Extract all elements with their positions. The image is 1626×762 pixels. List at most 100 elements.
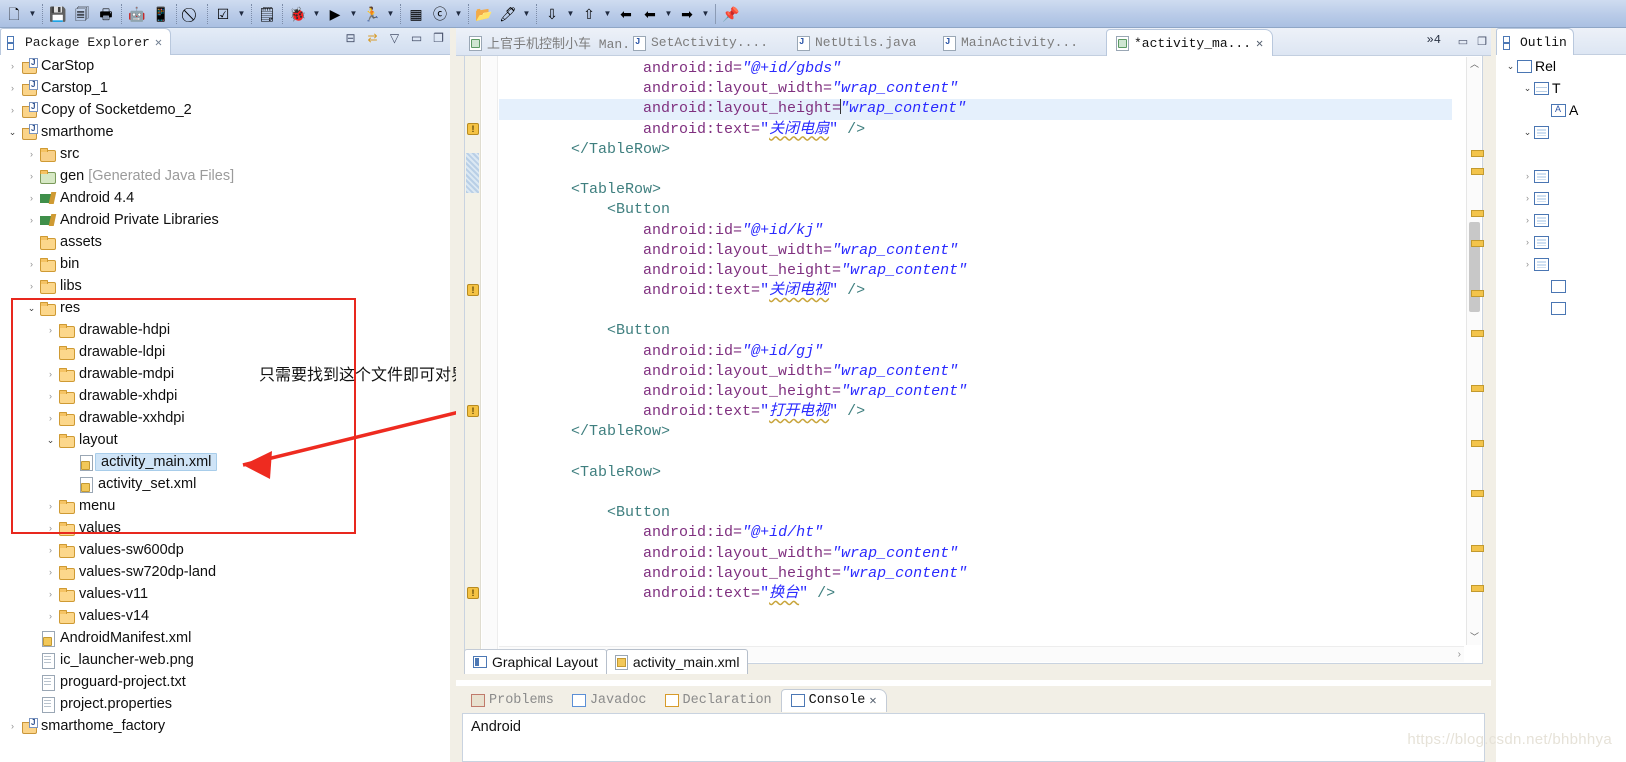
- chevron-right-icon[interactable]: ›: [6, 105, 19, 115]
- code-line[interactable]: android:text="换台" />: [499, 584, 1452, 604]
- scroll-right-icon[interactable]: ›: [1458, 649, 1461, 660]
- new-java-class-icon[interactable]: ⓒ: [429, 3, 451, 25]
- chevron-down-icon[interactable]: ▼: [662, 3, 675, 25]
- code-line[interactable]: <Button: [499, 200, 1452, 220]
- warning-marker-icon[interactable]: !: [467, 284, 479, 297]
- tree-item-android-private-libraries[interactable]: › Android Private Libraries: [0, 209, 450, 231]
- chevron-down-icon[interactable]: ⌄: [44, 435, 57, 446]
- project-tree[interactable]: › CarStop › Carstop_1 › Copy of Socketdemo_2 ⌄…: [0, 55, 450, 762]
- tree-item-values-sw600dp[interactable]: › values-sw600dp: [0, 539, 450, 561]
- chevron-down-icon[interactable]: ▼: [235, 3, 248, 25]
- close-icon[interactable]: ✕: [155, 35, 162, 50]
- chevron-down-icon[interactable]: ▼: [452, 3, 465, 25]
- console-tab-declaration[interactable]: Declaration: [656, 691, 781, 710]
- outline-row-2[interactable]: A: [1496, 99, 1626, 121]
- code-line[interactable]: [499, 483, 1452, 503]
- outline-warning-marker[interactable]: [1471, 168, 1484, 175]
- tree-item-layout[interactable]: ⌄ layout: [0, 429, 450, 451]
- build-check-icon[interactable]: ☑: [212, 3, 234, 25]
- code-line[interactable]: [499, 301, 1452, 321]
- chevron-down-icon[interactable]: ▼: [347, 3, 360, 25]
- outline-warning-marker[interactable]: [1471, 385, 1484, 392]
- android-virtual-device-manager-icon[interactable]: 📱: [150, 3, 172, 25]
- folding-ruler[interactable]: [482, 56, 498, 663]
- code-line[interactable]: android:layout_height="wrap_content": [499, 382, 1452, 402]
- save-all-icon[interactable]: 🗐: [71, 3, 93, 25]
- tree-item-proguard-project.txt[interactable]: proguard-project.txt: [0, 671, 450, 693]
- code-line[interactable]: </TableRow>: [499, 140, 1452, 160]
- tree-item-smarthome_factory[interactable]: › smarthome_factory: [0, 715, 450, 737]
- tree-item-drawable-xhdpi[interactable]: › drawable-xhdpi: [0, 385, 450, 407]
- minimize-icon[interactable]: ▭: [1458, 35, 1468, 48]
- previous-annotation-icon[interactable]: ⇩: [541, 3, 563, 25]
- link-with-editor-icon[interactable]: ⇄: [365, 30, 380, 45]
- chevron-right-icon[interactable]: ›: [44, 545, 57, 555]
- outline-row-4[interactable]: [1496, 143, 1626, 165]
- code-line[interactable]: <Button: [499, 321, 1452, 341]
- code-line[interactable]: [499, 443, 1452, 463]
- code-line[interactable]: android:id="@+id/kj": [499, 221, 1452, 241]
- editor-window-controls[interactable]: ▭ ❐: [1458, 35, 1487, 48]
- code-line[interactable]: android:layout_height="wrap_content": [499, 99, 1452, 120]
- tree-item-drawable-ldpi[interactable]: drawable-ldpi: [0, 341, 450, 363]
- chevron-right-icon[interactable]: ›: [44, 413, 57, 423]
- outline-row-10[interactable]: [1496, 275, 1626, 297]
- chevron-right-icon[interactable]: ›: [44, 501, 57, 511]
- chevron-right-icon[interactable]: ›: [25, 215, 38, 225]
- tab-outline[interactable]: Outlin: [1496, 28, 1574, 55]
- tree-item-copy-of-socketdemo_2[interactable]: › Copy of Socketdemo_2: [0, 99, 450, 121]
- code-editor[interactable]: !!!! android:id="@+id/gbds" android:layo…: [464, 56, 1483, 664]
- warning-marker-icon[interactable]: !: [467, 587, 479, 600]
- console-tabbar[interactable]: Problems Javadoc Declaration Console ✕: [462, 688, 887, 712]
- outline-tree[interactable]: ⌄Rel⌄TA⌄›››››: [1496, 55, 1626, 762]
- tree-item-activity_set.xml[interactable]: activity_set.xml: [0, 473, 450, 495]
- close-icon[interactable]: ✕: [1256, 36, 1263, 51]
- outline-row-9[interactable]: ›: [1496, 253, 1626, 275]
- console-tab-javadoc[interactable]: Javadoc: [563, 691, 656, 710]
- editor-mode-tabs[interactable]: Graphical Layout activity_main.xml: [464, 648, 749, 674]
- code-line[interactable]: android:id="@+id/gj": [499, 342, 1452, 362]
- editor-tab-overflow[interactable]: »4: [1427, 33, 1441, 47]
- tree-item-carstop_1[interactable]: › Carstop_1: [0, 77, 450, 99]
- outline-row-1[interactable]: ⌄ T: [1496, 77, 1626, 99]
- forward-icon[interactable]: ➡: [676, 3, 698, 25]
- outline-warning-marker[interactable]: [1471, 440, 1484, 447]
- editor-tab-1[interactable]: SetActivity....: [624, 29, 777, 56]
- next-annotation-icon[interactable]: ⇧: [578, 3, 600, 25]
- editor-mode-tab-1[interactable]: activity_main.xml: [605, 649, 749, 674]
- save-icon[interactable]: 💾: [47, 3, 69, 25]
- chevron-right-icon[interactable]: ›: [44, 567, 57, 577]
- chevron-down-icon[interactable]: ▼: [699, 3, 712, 25]
- chevron-right-icon[interactable]: ›: [44, 391, 57, 401]
- editor-mode-tab-0[interactable]: Graphical Layout: [464, 649, 607, 674]
- collapse-all-icon[interactable]: ⊟: [343, 30, 358, 45]
- outline-marker-ruler[interactable]: [1465, 60, 1491, 660]
- new-wizard-icon[interactable]: 🗋: [3, 3, 25, 25]
- debug-icon[interactable]: 🐞: [287, 3, 309, 25]
- tree-item-values-v14[interactable]: › values-v14: [0, 605, 450, 627]
- code-line[interactable]: android:layout_width="wrap_content": [499, 241, 1452, 261]
- chevron-right-icon[interactable]: ›: [44, 369, 57, 379]
- tree-item-ic_launcher-web.png[interactable]: ic_launcher-web.png: [0, 649, 450, 671]
- tree-item-activity_main.xml[interactable]: activity_main.xml: [0, 451, 450, 473]
- tree-item-assets[interactable]: assets: [0, 231, 450, 253]
- tree-item-res[interactable]: ⌄ res: [0, 297, 450, 319]
- code-line[interactable]: android:layout_height="wrap_content": [499, 564, 1452, 584]
- chevron-right-icon[interactable]: ›: [1521, 215, 1534, 225]
- outline-row-8[interactable]: ›: [1496, 231, 1626, 253]
- annotation-ruler[interactable]: !!!!: [465, 56, 481, 663]
- outline-warning-marker[interactable]: [1471, 240, 1484, 247]
- chevron-down-icon[interactable]: ▼: [520, 3, 533, 25]
- code-line[interactable]: <TableRow>: [499, 463, 1452, 483]
- run-icon[interactable]: ▶: [324, 3, 346, 25]
- outline-row-6[interactable]: ›: [1496, 187, 1626, 209]
- tree-item-drawable-hdpi[interactable]: › drawable-hdpi: [0, 319, 450, 341]
- open-task-icon[interactable]: 🖊: [497, 3, 519, 25]
- code-line[interactable]: <Button: [499, 503, 1452, 523]
- outline-warning-marker[interactable]: [1471, 290, 1484, 297]
- warning-marker-icon[interactable]: !: [467, 405, 479, 418]
- view-menu-icon[interactable]: ▽: [387, 30, 402, 45]
- chevron-right-icon[interactable]: ›: [44, 611, 57, 621]
- tree-item-drawable-xxhdpi[interactable]: › drawable-xxhdpi: [0, 407, 450, 429]
- code-line[interactable]: android:text="打开电视" />: [499, 402, 1452, 422]
